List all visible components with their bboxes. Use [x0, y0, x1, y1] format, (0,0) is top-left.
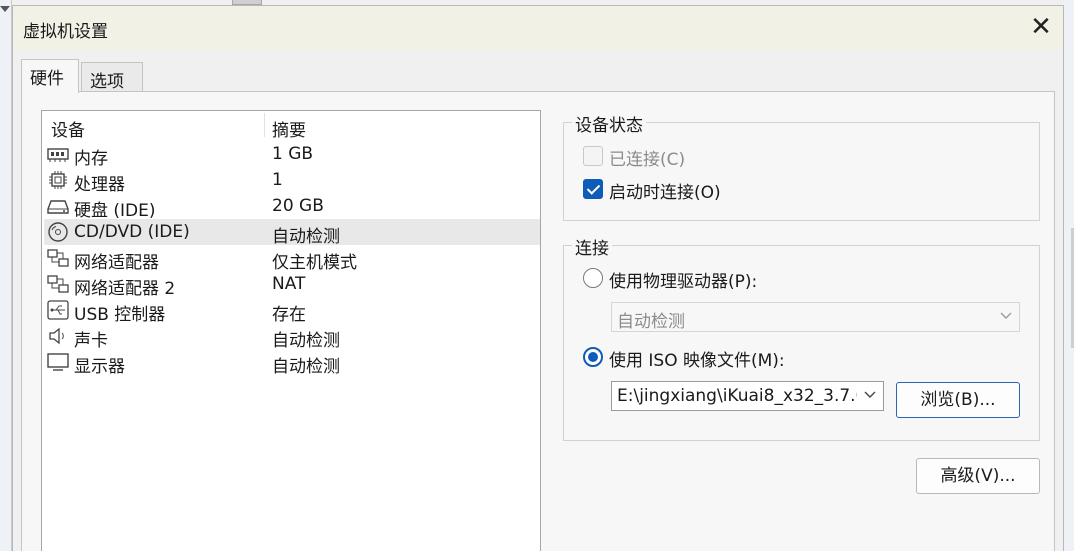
- dialog-title: 虚拟机设置: [23, 22, 108, 42]
- iso-image-radio[interactable]: [583, 347, 603, 367]
- device-summary: 20 GB: [272, 196, 324, 216]
- background-window-edge: [0, 0, 12, 551]
- usb-icon: [47, 300, 69, 320]
- connect-at-power-on-checkbox[interactable]: [583, 179, 603, 199]
- device-row-hard-disk[interactable]: 硬盘 (IDE) 20 GB: [44, 193, 540, 221]
- device-name: 网络适配器 2: [74, 279, 176, 299]
- device-status-group: 设备状态 已连接(C) 启动时连接(O): [563, 111, 1040, 221]
- device-summary: 自动检测: [272, 357, 340, 377]
- device-summary: 1 GB: [272, 144, 314, 164]
- device-list-header: 设备 摘要: [42, 111, 540, 141]
- physical-drive-label: 使用物理驱动器(P):: [609, 272, 758, 292]
- device-name: 显示器: [74, 357, 125, 377]
- device-name: 处理器: [74, 175, 125, 195]
- connection-group: 连接 使用物理驱动器(P): 自动检测 使用 ISO 映像文件(M): E:\j…: [563, 234, 1040, 441]
- connected-label: 已连接(C): [609, 150, 686, 170]
- hard-disk-icon: [47, 200, 69, 214]
- device-row-display[interactable]: 显示器 自动检测: [44, 349, 540, 377]
- device-summary: 仅主机模式: [272, 253, 357, 273]
- device-name: USB 控制器: [74, 305, 166, 325]
- display-icon: [47, 353, 69, 371]
- sound-icon: [49, 327, 64, 345]
- device-summary: 自动检测: [272, 331, 340, 351]
- tab-hardware[interactable]: 硬件: [21, 59, 79, 93]
- device-name: 网络适配器: [74, 253, 159, 273]
- iso-path-input[interactable]: E:\jingxiang\iKuai8_x32_3.7.0: [611, 381, 884, 411]
- vm-settings-dialog: 虚拟机设置 ✕ 硬件 选项 设备 摘要 内存 1 GB 处理器 1 硬盘 (ID…: [12, 5, 1064, 551]
- cd-dvd-icon: [48, 222, 68, 242]
- network-adapter-icon: [47, 249, 69, 267]
- column-header-summary[interactable]: 摘要: [272, 116, 306, 141]
- connected-checkbox[interactable]: [583, 146, 603, 166]
- physical-drive-value: 自动检测: [617, 312, 685, 332]
- background-caret-icon: [0, 6, 10, 12]
- column-header-device[interactable]: 设备: [51, 116, 85, 141]
- memory-icon: [47, 148, 69, 162]
- device-name: 声卡: [74, 331, 108, 351]
- processor-icon: [49, 171, 67, 189]
- iso-path-value: E:\jingxiang\iKuai8_x32_3.7.0: [617, 386, 857, 406]
- device-row-processor[interactable]: 处理器 1: [44, 167, 540, 195]
- browse-button[interactable]: 浏览(B)...: [896, 382, 1020, 418]
- advanced-button[interactable]: 高级(V)...: [916, 458, 1040, 494]
- iso-image-label: 使用 ISO 映像文件(M):: [609, 351, 785, 371]
- device-list[interactable]: 设备 摘要 内存 1 GB 处理器 1 硬盘 (IDE) 20 GB CD/DV…: [41, 110, 541, 551]
- connect-at-power-on-label: 启动时连接(O): [609, 183, 721, 203]
- device-summary: 1: [272, 170, 283, 190]
- device-row-memory[interactable]: 内存 1 GB: [44, 141, 540, 169]
- device-row-sound-card[interactable]: 声卡 自动检测: [44, 323, 540, 351]
- device-status-label: 设备状态: [572, 111, 646, 136]
- device-summary: NAT: [272, 274, 306, 294]
- device-name: CD/DVD (IDE): [74, 222, 190, 242]
- device-summary: 自动检测: [272, 227, 340, 247]
- device-row-cd-dvd[interactable]: CD/DVD (IDE) 自动检测: [44, 219, 540, 247]
- title-bar: 虚拟机设置 ✕: [13, 6, 1063, 50]
- device-summary: 存在: [272, 305, 306, 325]
- network-adapter-icon: [47, 275, 69, 293]
- tab-options[interactable]: 选项: [81, 62, 143, 92]
- device-name: 内存: [74, 149, 108, 169]
- chevron-down-icon: [864, 391, 876, 398]
- chevron-down-icon: [1000, 312, 1012, 319]
- physical-drive-radio[interactable]: [583, 268, 603, 288]
- physical-drive-select[interactable]: 自动检测: [611, 302, 1020, 332]
- device-row-usb-controller[interactable]: USB 控制器 存在: [44, 297, 540, 325]
- connection-label: 连接: [572, 234, 612, 259]
- close-icon[interactable]: ✕: [1027, 14, 1055, 42]
- device-row-network-adapter-2[interactable]: 网络适配器 2 NAT: [44, 271, 540, 299]
- column-divider[interactable]: [264, 113, 265, 137]
- device-name: 硬盘 (IDE): [74, 201, 156, 221]
- hardware-tab-page: 设备 摘要 内存 1 GB 处理器 1 硬盘 (IDE) 20 GB CD/DV…: [21, 91, 1055, 551]
- device-row-network-adapter[interactable]: 网络适配器 仅主机模式: [44, 245, 540, 273]
